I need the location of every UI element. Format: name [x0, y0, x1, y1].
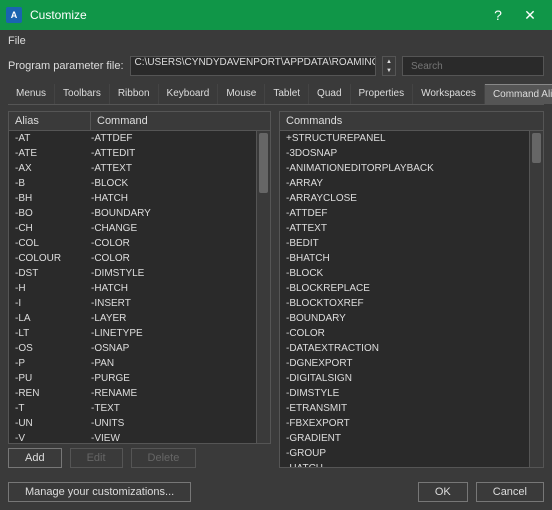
alias-pane: Alias Command -AT-ATTDEF-ATE-ATTEDIT-AX-… [8, 111, 271, 444]
table-row[interactable]: -BH-HATCH [9, 191, 270, 206]
menu-file[interactable]: File [8, 35, 26, 47]
table-row[interactable]: -AT-ATTDEF [9, 131, 270, 146]
param-row: Program parameter file: C:\USERS\CYNDYDA… [0, 52, 552, 80]
alias-table-head: Alias Command [9, 112, 270, 131]
chevron-down-icon: ▼ [383, 66, 395, 75]
table-row[interactable]: -V-VIEW [9, 431, 270, 443]
table-row[interactable]: -ATE-ATTEDIT [9, 146, 270, 161]
content-area: Alias Command -AT-ATTDEF-ATE-ATTEDIT-AX-… [0, 105, 552, 474]
table-row[interactable]: -CH-CHANGE [9, 221, 270, 236]
table-row[interactable]: -BO-BOUNDARY [9, 206, 270, 221]
list-item[interactable]: -DATAEXTRACTION [280, 341, 543, 356]
table-row[interactable]: -PU-PURGE [9, 371, 270, 386]
col-alias[interactable]: Alias [9, 112, 91, 130]
table-row[interactable]: -COLOUR-COLOR [9, 251, 270, 266]
scroll-thumb[interactable] [259, 133, 268, 193]
tab-mouse[interactable]: Mouse [218, 84, 265, 104]
list-item[interactable]: +STRUCTUREPANEL [280, 131, 543, 146]
scrollbar[interactable] [256, 131, 270, 443]
table-row[interactable]: -LT-LINETYPE [9, 326, 270, 341]
manage-button[interactable]: Manage your customizations... [8, 482, 191, 502]
list-item[interactable]: -ARRAYCLOSE [280, 191, 543, 206]
list-item[interactable]: -DIGITALSIGN [280, 371, 543, 386]
footer: Manage your customizations... OK Cancel [0, 474, 552, 510]
list-item[interactable]: -ATTEXT [280, 221, 543, 236]
list-item[interactable]: -COLOR [280, 326, 543, 341]
commands-head: Commands [280, 112, 543, 131]
list-item[interactable]: -DIMSTYLE [280, 386, 543, 401]
edit-button: Edit [70, 448, 123, 468]
list-item[interactable]: -BLOCKREPLACE [280, 281, 543, 296]
add-button[interactable]: Add [8, 448, 62, 468]
chevron-up-icon: ▲ [383, 57, 395, 66]
list-item[interactable]: -BHATCH [280, 251, 543, 266]
table-row[interactable]: -I-INSERT [9, 296, 270, 311]
list-item[interactable]: -ATTDEF [280, 206, 543, 221]
list-item[interactable]: -GRADIENT [280, 431, 543, 446]
table-row[interactable]: -DST-DIMSTYLE [9, 266, 270, 281]
tab-properties[interactable]: Properties [351, 84, 414, 104]
tab-quad[interactable]: Quad [309, 84, 350, 104]
tab-command-aliases[interactable]: Command Aliases [485, 84, 552, 104]
table-row[interactable]: -AX-ATTEXT [9, 161, 270, 176]
table-row[interactable]: -COL-COLOR [9, 236, 270, 251]
col-command[interactable]: Command [91, 112, 154, 130]
tab-tablet[interactable]: Tablet [265, 84, 309, 104]
app-icon: A [6, 7, 22, 23]
col-commands[interactable]: Commands [280, 112, 348, 130]
table-row[interactable]: -H-HATCH [9, 281, 270, 296]
tab-bar: MenusToolbarsRibbonKeyboardMouseTabletQu… [8, 84, 544, 105]
list-item[interactable]: -HATCH [280, 461, 543, 467]
scroll-thumb[interactable] [532, 133, 541, 163]
table-row[interactable]: -P-PAN [9, 356, 270, 371]
alias-button-row: Add Edit Delete [8, 444, 271, 468]
tab-ribbon[interactable]: Ribbon [110, 84, 159, 104]
search-field[interactable] [402, 56, 544, 76]
param-label: Program parameter file: [8, 60, 124, 72]
table-row[interactable]: -LA-LAYER [9, 311, 270, 326]
list-item[interactable]: -BEDIT [280, 236, 543, 251]
ok-button[interactable]: OK [418, 482, 468, 502]
param-file-input[interactable]: C:\USERS\CYNDYDAVENPORT\APPDATA\ROAMING\… [130, 56, 376, 76]
window-title: Customize [30, 8, 482, 22]
table-row[interactable]: -T-TEXT [9, 401, 270, 416]
list-item[interactable]: -ARRAY [280, 176, 543, 191]
list-item[interactable]: -GROUP [280, 446, 543, 461]
titlebar: A Customize ? ✕ [0, 0, 552, 30]
list-item[interactable]: -3DOSNAP [280, 146, 543, 161]
list-item[interactable]: -BLOCKTOXREF [280, 296, 543, 311]
commands-body[interactable]: +STRUCTUREPANEL-3DOSNAP-ANIMATIONEDITORP… [280, 131, 543, 467]
param-stepper[interactable]: ▲▼ [382, 56, 396, 76]
help-button[interactable]: ? [482, 0, 514, 30]
list-item[interactable]: -ETRANSMIT [280, 401, 543, 416]
table-row[interactable]: -REN-RENAME [9, 386, 270, 401]
list-item[interactable]: -FBXEXPORT [280, 416, 543, 431]
table-row[interactable]: -B-BLOCK [9, 176, 270, 191]
list-item[interactable]: -BOUNDARY [280, 311, 543, 326]
tab-menus[interactable]: Menus [8, 84, 55, 104]
table-row[interactable]: -OS-OSNAP [9, 341, 270, 356]
table-row[interactable]: -UN-UNITS [9, 416, 270, 431]
menubar: File [0, 30, 552, 52]
close-button[interactable]: ✕ [514, 0, 546, 30]
search-input[interactable] [411, 61, 543, 72]
tab-toolbars[interactable]: Toolbars [55, 84, 110, 104]
alias-table-body[interactable]: -AT-ATTDEF-ATE-ATTEDIT-AX-ATTEXT-B-BLOCK… [9, 131, 270, 443]
delete-button: Delete [131, 448, 197, 468]
list-item[interactable]: -ANIMATIONEDITORPLAYBACK [280, 161, 543, 176]
list-item[interactable]: -BLOCK [280, 266, 543, 281]
list-item[interactable]: -DGNEXPORT [280, 356, 543, 371]
tab-workspaces[interactable]: Workspaces [413, 84, 485, 104]
commands-pane: Commands +STRUCTUREPANEL-3DOSNAP-ANIMATI… [279, 111, 544, 468]
cancel-button[interactable]: Cancel [476, 482, 544, 502]
scrollbar[interactable] [529, 131, 543, 467]
tab-keyboard[interactable]: Keyboard [159, 84, 219, 104]
